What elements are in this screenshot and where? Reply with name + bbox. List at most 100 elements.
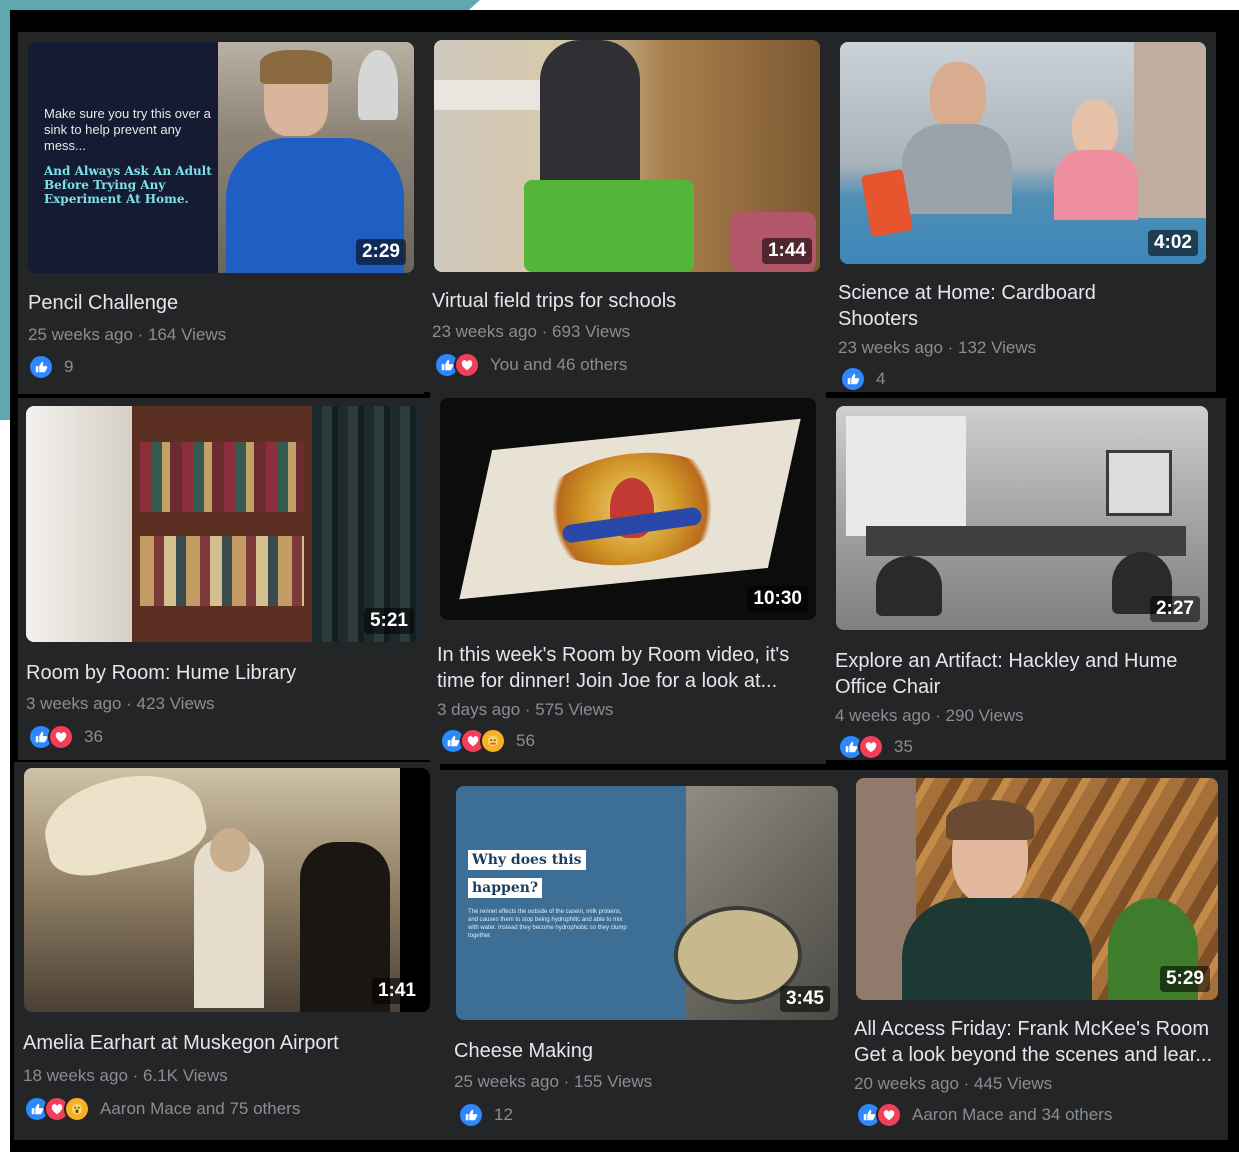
video-duration: 5:21 — [363, 608, 414, 634]
man-shirt — [902, 124, 1012, 214]
video-title[interactable]: Virtual field trips for schools — [432, 288, 676, 314]
reactions-row[interactable]: Aaron Mace and 75 others — [24, 1096, 300, 1122]
video-title[interactable]: Pencil Challenge — [28, 290, 178, 316]
reaction-count: 36 — [84, 727, 103, 746]
video-card-1[interactable]: Make sure you try this over a sink to he… — [18, 32, 424, 394]
thumbnail-warning: And Always Ask An Adult Before Trying An… — [44, 164, 212, 206]
info-slide — [456, 786, 686, 1020]
video-title[interactable]: Amelia Earhart at Muskegon Airport — [23, 1030, 339, 1056]
video-duration: 2:29 — [355, 239, 406, 265]
video-thumbnail[interactable]: 5:21 — [26, 406, 422, 642]
slide-heading-line-2: happen? — [468, 878, 543, 898]
reactions-row[interactable]: 35 — [838, 734, 913, 760]
video-title-line-2[interactable]: Get a look beyond the scenes and lear... — [854, 1042, 1212, 1068]
person-silhouette — [540, 40, 640, 190]
video-title[interactable]: Explore an Artifact: Hackley and Hume — [835, 648, 1177, 674]
video-thumbnail[interactable]: 2:27 — [836, 406, 1208, 630]
reactions-row[interactable]: 12 — [458, 1102, 513, 1128]
love-icon — [48, 724, 74, 750]
video-duration: 5:29 — [1159, 966, 1210, 992]
woman-shirt — [902, 898, 1092, 1000]
like-icon — [840, 366, 866, 392]
love-icon — [454, 352, 480, 378]
reaction-summary: Aaron Mace and 75 others — [100, 1099, 301, 1118]
slide-body: The rennet effects the outside of the ca… — [468, 909, 627, 939]
like-icon — [458, 1102, 484, 1128]
reactions-row[interactable]: 4 — [840, 366, 885, 392]
video-card-3[interactable]: 4:02 Science at Home: Cardboard Shooters… — [830, 32, 1216, 392]
video-card-8[interactable]: Why does this happen? The rennet effects… — [440, 770, 840, 1140]
video-duration: 1:44 — [761, 238, 812, 264]
video-title-line-2[interactable]: Office Chair — [835, 674, 940, 700]
video-card-6[interactable]: 2:27 Explore an Artifact: Hackley and Hu… — [826, 398, 1226, 760]
book-row-2 — [140, 536, 304, 606]
video-meta: 23 weeks ago · 693 Views — [432, 322, 631, 341]
reactions-row[interactable]: 9 — [28, 354, 73, 380]
wall-pictures — [1134, 42, 1206, 218]
wall-frame — [1106, 450, 1172, 516]
reaction-summary: You and 46 others — [490, 355, 628, 374]
reactions-row[interactable]: You and 46 others — [434, 352, 627, 378]
video-meta: 23 weeks ago · 132 Views — [838, 338, 1037, 357]
video-meta: 3 days ago · 575 Views — [437, 700, 614, 719]
video-title[interactable]: Room by Room: Hume Library — [26, 660, 296, 686]
video-thumbnail[interactable]: 1:41 — [24, 768, 430, 1012]
video-title[interactable]: Science at Home: Cardboard — [838, 280, 1096, 306]
wow-icon — [64, 1096, 90, 1122]
video-title[interactable]: In this week's Room by Room video, it's — [437, 642, 789, 668]
slide-heading-line-1: Why does this — [468, 850, 586, 870]
window-light — [26, 406, 132, 642]
office-chair-left — [876, 556, 942, 616]
bright-window — [846, 416, 966, 536]
thumbnail-caption: Make sure you try this over a sink to he… — [44, 106, 211, 153]
reactions-row[interactable]: 36 — [28, 724, 103, 750]
man-face — [930, 62, 986, 132]
video-duration: 1:41 — [371, 978, 422, 1004]
love-icon — [876, 1102, 902, 1128]
video-duration: 10:30 — [747, 586, 808, 612]
video-thumbnail[interactable]: 10:30 — [440, 398, 816, 620]
video-title[interactable]: All Access Friday: Frank McKee's Room — [854, 1016, 1209, 1042]
video-meta: 20 weeks ago · 445 Views — [854, 1074, 1053, 1093]
video-title-line-2[interactable]: time for dinner! Join Joe for a look at.… — [437, 668, 777, 694]
girl-shirt — [1054, 150, 1138, 220]
video-card-4[interactable]: 5:21 Room by Room: Hume Library 3 weeks … — [18, 398, 430, 760]
letterbox-bar — [400, 768, 430, 1012]
video-thumbnail[interactable]: 1:44 — [434, 40, 820, 272]
video-thumbnail[interactable]: 5:29 — [856, 778, 1218, 1000]
woman-head — [210, 828, 250, 872]
care-icon — [480, 728, 506, 754]
video-meta: 4 weeks ago · 290 Views — [835, 706, 1024, 725]
video-meta: 25 weeks ago · 155 Views — [454, 1072, 653, 1091]
love-icon — [858, 734, 884, 760]
dark-books — [312, 406, 422, 642]
reaction-count: 4 — [876, 369, 886, 388]
video-thumbnail[interactable]: Make sure you try this over a sink to he… — [28, 42, 414, 273]
video-card-7[interactable]: 1:41 Amelia Earhart at Muskegon Airport … — [14, 762, 440, 1140]
video-card-9[interactable]: 5:29 All Access Friday: Frank McKee's Ro… — [840, 770, 1228, 1140]
woman-hair — [946, 800, 1034, 840]
text-slide — [28, 42, 218, 273]
reaction-count: 35 — [894, 737, 913, 756]
reaction-summary: Aaron Mace and 34 others — [912, 1105, 1113, 1124]
like-icon — [28, 354, 54, 380]
video-title[interactable]: Cheese Making — [454, 1038, 593, 1064]
video-duration: 4:02 — [1147, 230, 1198, 256]
reaction-count: 9 — [64, 357, 74, 376]
reactions-row[interactable]: 56 — [440, 728, 535, 754]
video-title-line-2[interactable]: Shooters — [838, 306, 918, 332]
video-meta: 18 weeks ago · 6.1K Views — [23, 1066, 228, 1085]
video-card-2[interactable]: 1:44 Virtual field trips for schools 23 … — [424, 32, 830, 392]
video-meta: 3 weeks ago · 423 Views — [26, 694, 215, 713]
video-meta: 25 weeks ago · 164 Views — [28, 325, 227, 344]
reactions-row[interactable]: Aaron Mace and 34 others — [856, 1102, 1112, 1128]
green-bin — [524, 180, 694, 272]
boy-hair — [260, 50, 332, 84]
video-thumbnail[interactable]: Why does this happen? The rennet effects… — [456, 786, 838, 1020]
video-duration: 3:45 — [779, 986, 830, 1012]
video-duration: 2:27 — [1149, 596, 1200, 622]
reaction-count: 12 — [494, 1105, 513, 1124]
video-thumbnail[interactable]: 4:02 — [840, 42, 1206, 264]
book-row-1 — [140, 442, 304, 512]
video-card-5[interactable]: 10:30 In this week's Room by Room video,… — [430, 392, 826, 764]
